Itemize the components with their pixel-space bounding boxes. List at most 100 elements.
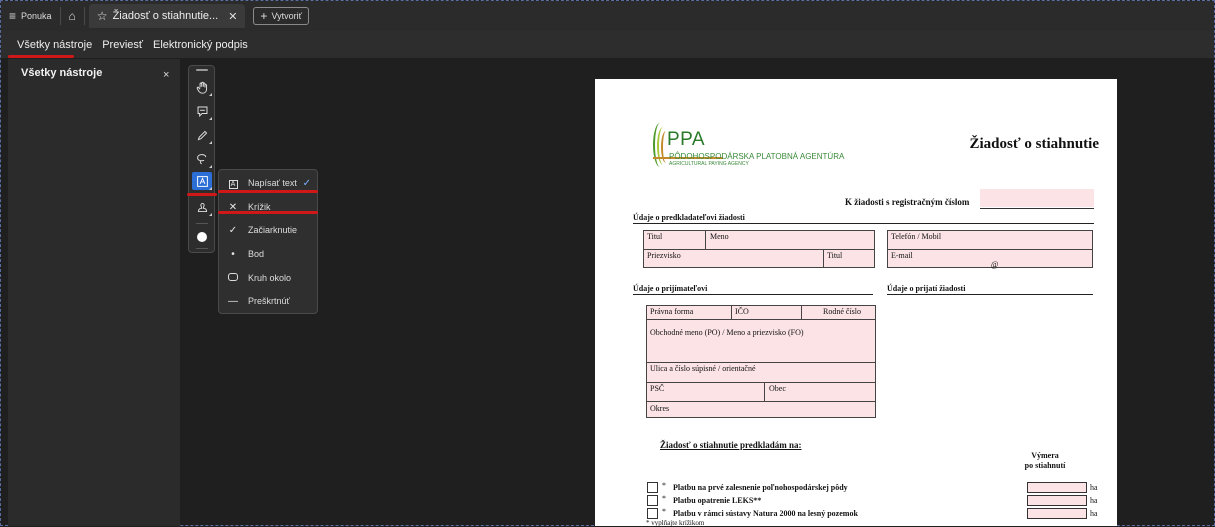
new-tab-button[interactable]: + Vytvoriť (253, 7, 309, 25)
dot-icon: • (231, 248, 235, 260)
option-checkbox[interactable] (647, 508, 658, 519)
hand-icon (196, 81, 207, 94)
new-tab-label: Vytvoriť (271, 11, 302, 21)
option-star: * (662, 481, 666, 490)
tab-e-signature[interactable]: Elektronický podpis (148, 39, 253, 51)
label-business-name: Obchodné meno (PO) / Meno a priezvisko (… (650, 328, 804, 337)
section-rule (633, 294, 873, 295)
registration-label: K žiadosti s registračným číslom (845, 197, 970, 207)
section-received: Údaje o prijatí žiadosti (887, 284, 966, 293)
option-star: * (662, 494, 666, 503)
menu-item-label: Preškrtnúť (248, 296, 290, 306)
table-rule (646, 362, 876, 363)
text-tool-button[interactable] (192, 172, 212, 190)
menu-item-cross[interactable]: ✕ Krížik (219, 197, 319, 217)
ring-icon (226, 272, 240, 284)
table-rule (646, 319, 876, 320)
checkmark-icon: ✓ (228, 224, 238, 236)
comment-tool-button[interactable] (192, 102, 212, 120)
submenu-corner (209, 187, 212, 190)
label-legal-form: Právna forma (650, 307, 694, 316)
vertical-toolbar (188, 65, 215, 253)
annotation-underline (8, 55, 74, 58)
close-panel-icon[interactable]: × (163, 69, 169, 81)
area-header-line1: Výmera (1031, 451, 1059, 460)
logo-subtitle: PÔDOHOSPODÁRSKA PLATOBNÁ AGENTÚRA (669, 152, 845, 161)
annotation-underline (218, 211, 318, 214)
section-applicant: Údaje o predkladateľovi žiadosti (633, 213, 745, 222)
comment-icon (197, 106, 207, 117)
tab-separator (83, 7, 85, 25)
text-box-icon (196, 175, 208, 187)
submenu-corner (209, 117, 212, 120)
at-sign: @ (991, 260, 999, 269)
table-rule (643, 249, 875, 250)
table-rule (646, 401, 876, 402)
menu-item-circle[interactable]: Kruh okolo (219, 268, 319, 288)
check-icon: ✓ (302, 177, 311, 189)
area-field[interactable] (1027, 495, 1087, 506)
area-column-header: Výmera po stiahnutí (1015, 451, 1075, 471)
document-page: PPA PÔDOHOSPODÁRSKA PLATOBNÁ AGENTÚRA AG… (595, 79, 1117, 527)
menu-item-label: Kruh okolo (248, 273, 292, 283)
tab-bar: ≡ Ponuka ⌂ ☆ Žiadosť o stiahnutie... ✕ +… (1, 1, 1214, 31)
tab-convert[interactable]: Previesť (97, 39, 148, 51)
hectare-unit: ha (1090, 509, 1098, 518)
table-rule (646, 382, 876, 383)
strikethrough-icon: — (228, 295, 238, 307)
option-checkbox[interactable] (647, 495, 658, 506)
stamp-tool-button[interactable] (192, 198, 212, 216)
menu-item-strikethrough[interactable]: — Preškrtnúť (219, 291, 319, 311)
submenu-corner (209, 141, 212, 144)
home-button[interactable]: ⌂ (61, 1, 84, 31)
top-toolbar: Všetky nástroje Previesť Elektronický po… (1, 31, 1214, 58)
area-header-line2: po stiahnutí (1024, 461, 1066, 470)
document-tab[interactable]: ☆ Žiadosť o stiahnutie... ✕ (88, 4, 246, 28)
color-picker-dot[interactable] (197, 232, 207, 242)
label-surname: Priezvisko (647, 251, 681, 260)
stamp-icon (197, 202, 207, 212)
lasso-icon (196, 153, 206, 164)
label-municipality: Obec (769, 384, 786, 393)
menu-item-label: Napísať text (248, 178, 297, 188)
hamburger-icon: ≡ (9, 9, 17, 23)
toolbar-divider (196, 223, 208, 224)
drag-handle[interactable] (196, 69, 208, 71)
table-rule (887, 249, 1093, 250)
pen-tool-button[interactable] (192, 126, 212, 144)
lasso-tool-button[interactable] (192, 150, 212, 168)
close-tab-icon[interactable]: ✕ (228, 10, 237, 23)
document-title: Žiadosť o stiahnutie (969, 136, 1099, 152)
area-field[interactable] (1027, 508, 1087, 519)
menu-item-label: Začiarknutie (248, 225, 298, 235)
registration-line (980, 208, 1094, 209)
label-ico: IČO (735, 307, 749, 316)
hectare-unit: ha (1090, 496, 1098, 505)
home-icon: ⌂ (68, 9, 76, 23)
text-box-icon: A (226, 178, 240, 189)
section-rule (887, 294, 1093, 295)
area-field[interactable] (1027, 482, 1087, 493)
submenu-corner (209, 93, 212, 96)
star-icon[interactable]: ☆ (97, 9, 108, 23)
label-district: Okres (650, 404, 670, 413)
tab-all-tools[interactable]: Všetky nástroje (12, 39, 97, 51)
menu-button[interactable]: ≡ Ponuka (1, 1, 60, 31)
registration-number-field[interactable] (980, 189, 1094, 207)
hand-tool-button[interactable] (192, 78, 212, 96)
label-birth-number: Rodné číslo (823, 307, 861, 316)
label-street: Ulica a číslo súpisné / orientačné (650, 364, 756, 373)
pen-icon (197, 130, 207, 140)
menu-item-checkmark[interactable]: ✓ Začiarknutie (219, 220, 319, 240)
label-phone: Telefón / Mobil (891, 232, 942, 241)
option-checkbox[interactable] (647, 482, 658, 493)
toolbar-divider (196, 248, 208, 249)
submenu-corner (209, 165, 212, 168)
menu-item-dot[interactable]: • Bod (219, 244, 319, 264)
label-title-after: Titul (827, 251, 843, 260)
option-star: * (662, 507, 666, 516)
label-title: Titul (647, 232, 663, 241)
option-label: Platbu opatrenie LEKS** (673, 496, 762, 505)
document-tab-label: Žiadosť o stiahnutie... (112, 10, 219, 22)
label-name: Meno (710, 232, 729, 241)
